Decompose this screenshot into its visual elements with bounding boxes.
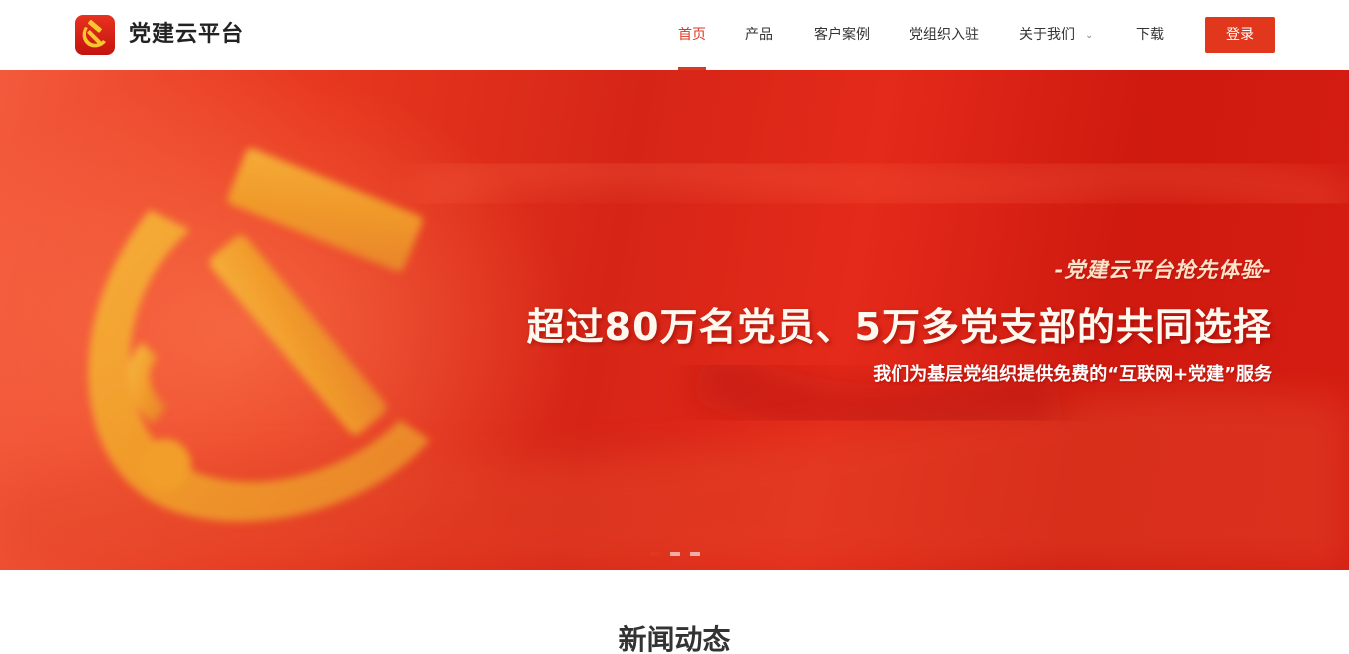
nav-item-cases[interactable]: 客户案例 — [814, 24, 870, 46]
carousel-dot-2[interactable] — [670, 552, 680, 556]
site-header: 党建云平台 首页 产品 客户案例 党组织入驻 关于我们 ⌄ 下载 登录 — [0, 0, 1349, 70]
hero-banner[interactable]: -党建云平台抢先体验- 超过80万名党员、5万多党支部的共同选择 我们为基层党组… — [0, 70, 1349, 570]
banner-subtitle: -党建云平台抢先体验- — [1054, 258, 1272, 282]
hammer-sickle-icon[interactable] — [75, 15, 115, 55]
nav-item-join[interactable]: 党组织入驻 — [909, 24, 979, 46]
chevron-down-icon: ⌄ — [1085, 30, 1094, 41]
nav-item-home[interactable]: 首页 — [678, 24, 706, 46]
news-section-title: 新闻动态 — [618, 623, 731, 654]
carousel-dot-3[interactable] — [690, 552, 700, 556]
nav-item-products[interactable]: 产品 — [745, 24, 773, 46]
nav-item-about[interactable]: 关于我们 ⌄ — [1019, 24, 1093, 47]
nav-item-about-label: 关于我们 — [1019, 27, 1075, 43]
site-brand-name[interactable]: 党建云平台 — [129, 20, 244, 50]
banner-title: 超过80万名党员、5万多党支部的共同选择 — [526, 305, 1272, 349]
login-button[interactable]: 登录 — [1205, 17, 1275, 53]
banner-description: 我们为基层党组织提供免费的“互联网+党建”服务 — [873, 364, 1272, 385]
nav-item-download[interactable]: 下载 — [1136, 24, 1164, 46]
carousel-dot-1[interactable] — [650, 552, 660, 556]
